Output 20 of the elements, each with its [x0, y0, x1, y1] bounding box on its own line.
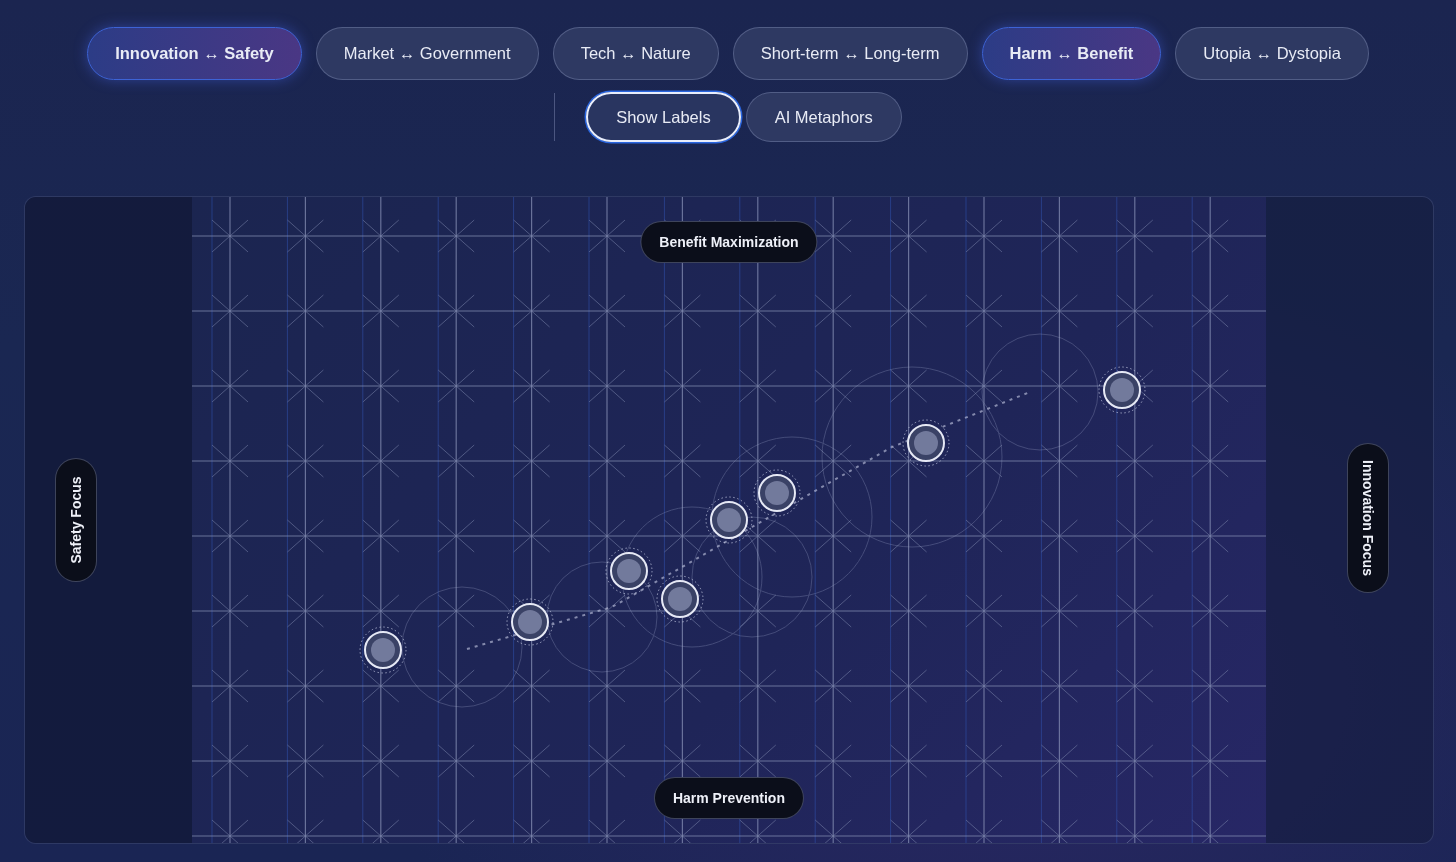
data-point[interactable]: [506, 598, 554, 646]
axis-label: Harm Prevention: [653, 777, 804, 819]
axis-button[interactable]: Utopia ↔ Dystopia: [1175, 27, 1369, 80]
axis-button[interactable]: Short-term ↔ Long-term: [732, 27, 968, 80]
data-point[interactable]: [753, 469, 801, 517]
data-point[interactable]: [902, 419, 950, 467]
toggle-button[interactable]: Show Labels: [586, 92, 741, 142]
toggle-button[interactable]: AI Metaphors: [745, 92, 902, 142]
axis-button[interactable]: Tech ↔ Nature: [552, 27, 719, 80]
axis-label: Benefit Maximization: [640, 221, 818, 263]
axis-label: Innovation Focus: [1347, 443, 1389, 593]
data-point[interactable]: [1098, 366, 1146, 414]
data-point[interactable]: [656, 575, 704, 623]
data-point[interactable]: [605, 547, 653, 595]
data-point[interactable]: [359, 626, 407, 674]
data-point[interactable]: [705, 496, 753, 544]
axis-button[interactable]: Harm ↔ Benefit: [981, 27, 1162, 80]
axis-button[interactable]: Innovation ↔ Safety: [87, 27, 302, 80]
axis-button[interactable]: Market ↔ Government: [315, 27, 539, 80]
axis-label: Safety Focus: [55, 458, 97, 582]
